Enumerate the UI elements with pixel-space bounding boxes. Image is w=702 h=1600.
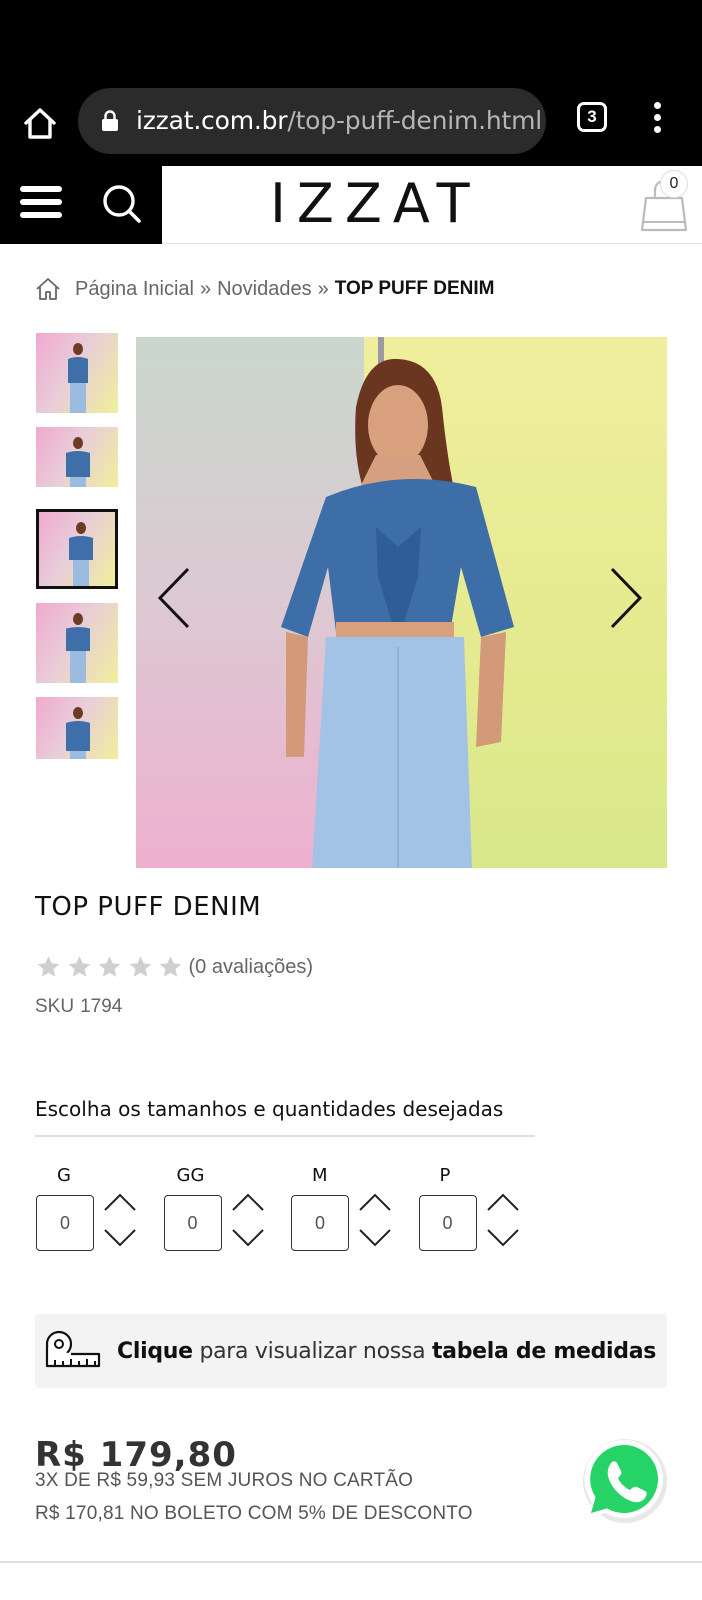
- quantity-input[interactable]: [163, 1195, 222, 1251]
- quantity-input[interactable]: [291, 1195, 349, 1251]
- size-label: P: [439, 1165, 451, 1186]
- product-price: R$ 179,80: [35, 1435, 237, 1475]
- measuring-tape-icon: [45, 1330, 101, 1368]
- site-header: IZZAT 0: [0, 166, 702, 244]
- size-selector-gg: GG: [163, 1165, 284, 1255]
- size-label: GG: [176, 1165, 205, 1186]
- size-chart-click-word: Clique: [117, 1338, 193, 1364]
- sku-value: 1794: [80, 996, 123, 1017]
- chevron-up-icon[interactable]: [230, 1191, 266, 1213]
- size-label: M: [312, 1165, 328, 1186]
- breadcrumb-current: TOP PUFF DENIM: [334, 278, 495, 299]
- size-label: G: [57, 1165, 71, 1186]
- size-selection-heading: Escolha os tamanhos e quantidades deseja…: [35, 1097, 535, 1137]
- rating-count-text: (0 avaliações): [188, 955, 314, 978]
- breadcrumb-separator: »: [199, 277, 212, 300]
- star-icon: [129, 956, 151, 977]
- product-main-image[interactable]: [136, 337, 667, 868]
- product-model-illustration: [281, 337, 514, 868]
- chevron-up-icon[interactable]: [357, 1191, 393, 1213]
- home-icon[interactable]: [20, 104, 60, 144]
- star-icon: [98, 956, 121, 977]
- whatsapp-icon[interactable]: [578, 1434, 670, 1526]
- size-chart-text: Clique para visualizar nossa tabela de m…: [117, 1339, 656, 1364]
- breadcrumb-separator: »: [317, 277, 329, 300]
- search-icon[interactable]: [100, 182, 144, 226]
- breadcrumb-link-novidades[interactable]: Novidades: [217, 278, 312, 301]
- chevron-right-icon[interactable]: [598, 563, 646, 633]
- thumbnail-4[interactable]: [36, 603, 118, 683]
- site-logo[interactable]: IZZAT: [270, 172, 481, 235]
- status-bar: [0, 0, 702, 86]
- size-selector-p: P: [418, 1165, 539, 1255]
- size-selector-g: G: [36, 1165, 156, 1255]
- header-nav-block: [0, 166, 162, 244]
- tab-switcher-button[interactable]: 3: [577, 102, 607, 132]
- thumbnail-2[interactable]: [36, 427, 118, 487]
- size-chart-link[interactable]: Clique para visualizar nossa tabela de m…: [35, 1314, 667, 1388]
- chevron-up-icon[interactable]: [102, 1191, 138, 1213]
- size-chart-table-word: tabela de medidas: [431, 1338, 657, 1364]
- url-path: /top-puff-denim.html: [287, 106, 543, 135]
- thumbnail-5[interactable]: [36, 697, 118, 759]
- star-icon: [37, 956, 60, 977]
- installments-text: 3X DE R$ 59,93 SEM JUROS NO CARTÃO: [35, 1470, 414, 1491]
- star-icon: [68, 956, 90, 977]
- browser-toolbar: izzat.com.br/top-puff-denim.html 3: [0, 86, 702, 166]
- breadcrumb-home-icon[interactable]: [35, 277, 61, 301]
- breadcrumb-link-home[interactable]: Página Inicial: [75, 278, 194, 301]
- thumbnail-1[interactable]: [36, 333, 118, 413]
- chevron-down-icon[interactable]: [102, 1227, 138, 1249]
- quantity-input[interactable]: [418, 1195, 477, 1251]
- chevron-down-icon[interactable]: [485, 1227, 521, 1249]
- chevron-down-icon[interactable]: [357, 1227, 393, 1249]
- thumbnail-list: [36, 333, 120, 773]
- url-text: izzat.com.br/top-puff-denim.html: [136, 106, 542, 135]
- size-chart-middle-text: para visualizar nossa: [192, 1338, 432, 1364]
- product-sku: SKU 1794: [35, 996, 122, 1018]
- thumbnail-3-active[interactable]: [36, 509, 118, 589]
- sku-label: SKU: [35, 996, 75, 1017]
- rating-stars: [35, 954, 188, 980]
- divider: [0, 1561, 702, 1563]
- menu-icon[interactable]: [20, 186, 62, 222]
- lock-icon: [102, 110, 118, 131]
- size-selector-m: M: [291, 1165, 411, 1255]
- product-rating[interactable]: (0 avaliações): [35, 954, 313, 980]
- chevron-down-icon[interactable]: [230, 1227, 266, 1249]
- breadcrumb: Página Inicial » Novidades » TOP PUFF DE…: [35, 272, 495, 306]
- cart-count-badge: 0: [660, 170, 688, 198]
- star-icon: [159, 956, 182, 977]
- boleto-discount-text: R$ 170,81 NO BOLETO COM 5% DE DESCONTO: [35, 1503, 473, 1524]
- product-title: TOP PUFF DENIM: [35, 892, 262, 922]
- quantity-input[interactable]: [36, 1195, 94, 1251]
- more-options-icon[interactable]: [648, 102, 666, 138]
- address-bar[interactable]: izzat.com.br/top-puff-denim.html: [78, 88, 546, 154]
- chevron-left-icon[interactable]: [154, 563, 202, 633]
- url-domain: izzat.com.br: [136, 106, 288, 135]
- chevron-up-icon[interactable]: [485, 1191, 521, 1213]
